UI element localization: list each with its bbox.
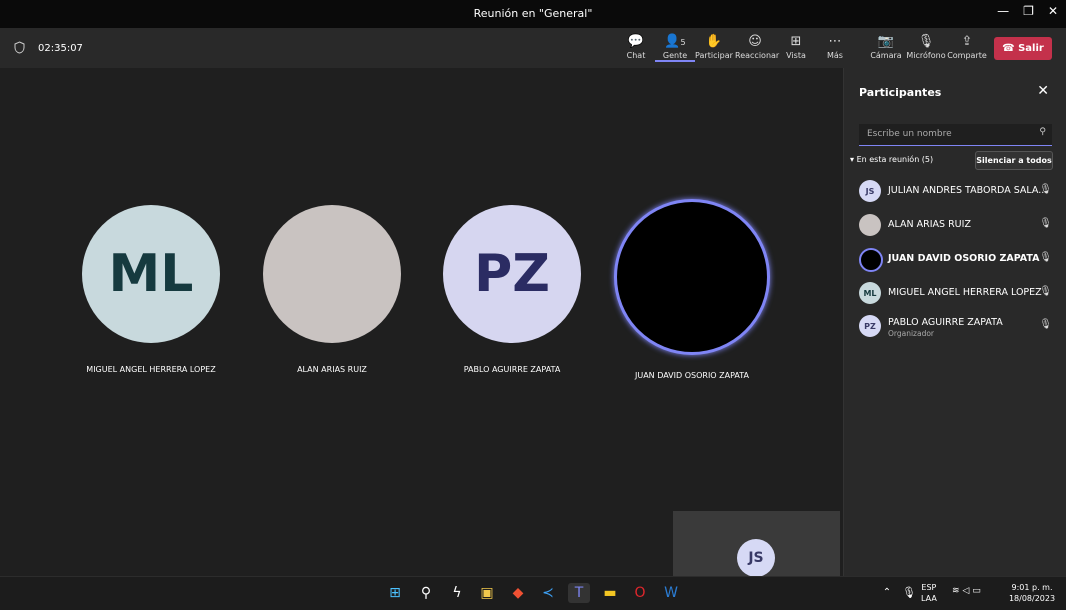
chat-button[interactable]: 💬 Chat bbox=[616, 34, 656, 60]
avatar: ML bbox=[859, 282, 881, 304]
camera-button[interactable]: 📷 Cámara bbox=[866, 34, 906, 60]
app-icon[interactable]: ϟ bbox=[446, 583, 468, 603]
chevron-up-icon[interactable]: ⌃ bbox=[876, 583, 898, 603]
meeting-timer: 02:35:07 bbox=[38, 43, 83, 54]
network-volume-battery-icons[interactable]: ≋ ◁ ▭ bbox=[952, 586, 981, 597]
view-button[interactable]: ⊞ Vista bbox=[776, 34, 816, 60]
mic-off-icon: 🎙 bbox=[1039, 184, 1052, 195]
participant-name: JUAN DAVID OSORIO ZAPATA bbox=[888, 253, 1040, 264]
mic-button[interactable]: 🎙 Micrófono bbox=[906, 34, 946, 60]
panel-title: Participantes bbox=[859, 86, 942, 99]
title-bar: Reunión en "General" — ❐ ✕ bbox=[0, 0, 1066, 28]
participant-row[interactable]: JS JULIAN ANDRES TABORDA SALA... 🎙 bbox=[859, 180, 1059, 206]
meeting-toolbar: 02:35:07 💬 Chat 👤5 Gente ✋ Participar ☺ Reac… bbox=[0, 28, 1066, 68]
more-button[interactable]: ⋯ Más bbox=[815, 34, 855, 60]
close-icon[interactable]: ✕ bbox=[1037, 83, 1049, 99]
file-explorer-icon[interactable]: ▬ bbox=[599, 583, 621, 603]
raise-hand-button[interactable]: ✋ Participar bbox=[694, 34, 734, 60]
mic-icon: 🎙 bbox=[1039, 286, 1052, 297]
windows-start-icon[interactable]: ⊞ bbox=[384, 583, 406, 603]
participant-tile[interactable]: PZ PABLO AGUIRRE ZAPATA bbox=[432, 205, 592, 374]
participant-row[interactable]: PZ PABLO AGUIRRE ZAPATA Organizador 🎙 bbox=[859, 315, 1059, 341]
teams-icon[interactable]: T bbox=[568, 583, 590, 603]
more-icon: ⋯ bbox=[828, 34, 842, 49]
participant-tile[interactable]: ALAN ARIAS RUIZ bbox=[252, 205, 412, 374]
window-title: Reunión en "General" bbox=[473, 7, 593, 20]
avatar bbox=[859, 248, 883, 272]
participants-panel: Participantes ✕ Escribe un nombre ⚲ ▾ En… bbox=[843, 68, 1066, 576]
leave-button[interactable]: ☎ Salir bbox=[994, 37, 1052, 60]
tile-name: JUAN DAVID OSORIO ZAPATA bbox=[634, 371, 749, 380]
people-icon: 👤5 bbox=[664, 34, 686, 49]
avatar: PZ bbox=[443, 205, 581, 343]
restore-icon[interactable]: ❐ bbox=[1023, 4, 1034, 18]
participant-tile-speaking[interactable]: JUAN DAVID OSORIO ZAPATA bbox=[612, 199, 772, 380]
people-count: 5 bbox=[680, 38, 686, 47]
search-icon: ⚲ bbox=[1039, 127, 1046, 137]
search-placeholder: Escribe un nombre bbox=[867, 129, 952, 139]
participant-tile[interactable]: ML MIGUEL ANGEL HERRERA LOPEZ bbox=[71, 205, 231, 374]
smiley-icon: ☺ bbox=[748, 34, 762, 49]
participant-row[interactable]: ML MIGUEL ANGEL HERRERA LOPEZ 🎙 bbox=[859, 282, 1059, 308]
share-icon: ⇪ bbox=[961, 34, 973, 49]
avatar: JS bbox=[859, 180, 881, 202]
minimize-icon[interactable]: — bbox=[997, 4, 1009, 18]
participant-name: JULIAN ANDRES TABORDA SALA... bbox=[888, 185, 1048, 196]
video-stage: ML MIGUEL ANGEL HERRERA LOPEZ ALAN ARIAS… bbox=[0, 68, 843, 577]
hand-icon: ✋ bbox=[705, 34, 723, 49]
avatar bbox=[614, 199, 770, 355]
participant-name: MIGUEL ANGEL HERRERA LOPEZ bbox=[888, 287, 1042, 298]
git-icon[interactable]: ◆ bbox=[507, 583, 529, 603]
language-indicator[interactable]: ESP LAA bbox=[921, 582, 937, 604]
avatar: JS bbox=[737, 539, 775, 577]
battery-icon: ▭ bbox=[972, 586, 981, 596]
word-icon[interactable]: W bbox=[660, 583, 682, 603]
chat-icon: 💬 bbox=[627, 34, 645, 49]
search-input[interactable]: Escribe un nombre ⚲ bbox=[859, 124, 1052, 146]
mic-off-icon: 🎙 bbox=[917, 34, 935, 49]
vscode-icon[interactable]: ≺ bbox=[537, 583, 559, 603]
tile-name: ALAN ARIAS RUIZ bbox=[297, 365, 367, 374]
participant-name: ALAN ARIAS RUIZ bbox=[888, 219, 971, 230]
opera-icon[interactable]: O bbox=[629, 583, 651, 603]
avatar-photo bbox=[859, 214, 881, 236]
wifi-icon: ≋ bbox=[952, 586, 960, 596]
share-button[interactable]: ⇪ Comparte bbox=[947, 34, 987, 60]
search-icon[interactable]: ⚲ bbox=[415, 583, 437, 603]
participant-row[interactable]: ALAN ARIAS RUIZ 🎙 bbox=[859, 214, 1059, 240]
volume-icon: ◁ bbox=[962, 586, 970, 596]
participant-name: PABLO AGUIRRE ZAPATA bbox=[888, 317, 1003, 328]
mic-icon: 🎙 bbox=[1039, 252, 1052, 263]
avatar: PZ bbox=[859, 315, 881, 337]
people-button[interactable]: 👤5 Gente bbox=[655, 34, 695, 62]
mute-all-button[interactable]: Silenciar a todos bbox=[975, 151, 1053, 170]
tile-name: PABLO AGUIRRE ZAPATA bbox=[463, 365, 561, 374]
clock[interactable]: 9:01 p. m. 18/08/2023 bbox=[1004, 582, 1060, 604]
mic-icon: 🎙 bbox=[1039, 218, 1052, 229]
shield-icon bbox=[14, 41, 25, 57]
section-header[interactable]: ▾ En esta reunión (5) bbox=[850, 155, 933, 164]
avatar: ML bbox=[82, 205, 220, 343]
chevron-down-icon: ▾ bbox=[850, 155, 855, 164]
tile-name: MIGUEL ANGEL HERRERA LOPEZ bbox=[86, 365, 216, 374]
phone-hangup-icon: ☎ bbox=[1002, 43, 1015, 54]
windows-taskbar: ⊞ ⚲ ϟ ▣ ◆ ≺ T ▬ O W ⌃ 🎙 ESP LAA ≋ ◁ ▭ 9:0… bbox=[0, 576, 1066, 610]
avatar-photo bbox=[263, 205, 401, 343]
camera-off-icon: 📷 bbox=[877, 34, 895, 49]
mic-icon: 🎙 bbox=[1039, 319, 1052, 330]
mic-muted-tray-icon[interactable]: 🎙 bbox=[898, 583, 920, 603]
participant-role: Organizador bbox=[888, 329, 935, 338]
close-window-icon[interactable]: ✕ bbox=[1048, 4, 1058, 18]
react-button[interactable]: ☺ Reaccionar bbox=[735, 34, 779, 60]
photos-app-icon[interactable]: ▣ bbox=[476, 583, 498, 603]
participant-row[interactable]: JUAN DAVID OSORIO ZAPATA 🎙 bbox=[859, 248, 1059, 274]
grid-icon: ⊞ bbox=[790, 34, 802, 49]
self-view[interactable]: JS bbox=[673, 511, 840, 577]
